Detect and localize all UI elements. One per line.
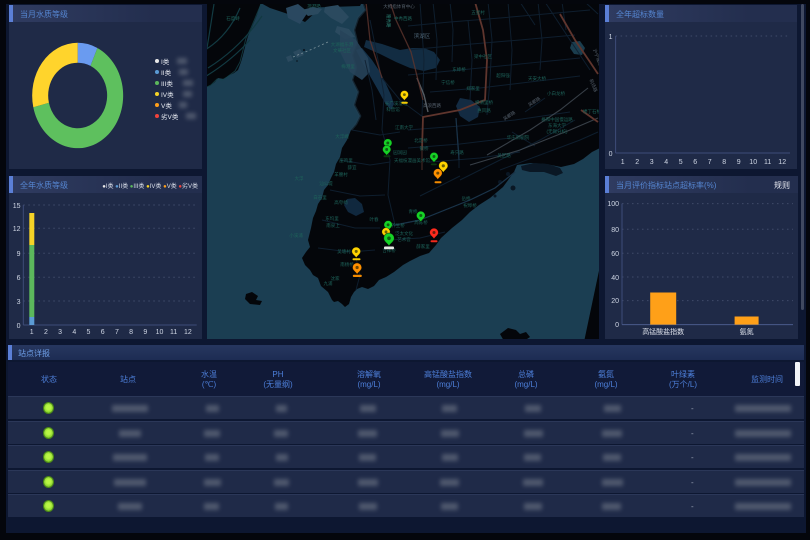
svg-text:石度峙: 石度峙 — [226, 15, 240, 22]
svg-text:小溪浦: 小溪浦 — [289, 232, 303, 239]
svg-text:11: 11 — [170, 329, 177, 336]
svg-text:北定桥: 北定桥 — [414, 137, 428, 144]
svg-text:吴塘村: 吴塘村 — [337, 248, 351, 255]
svg-text:东海大学: 东海大学 — [548, 122, 566, 129]
svg-text:梅港里: 梅港里 — [341, 63, 355, 70]
svg-text:郑家里: 郑家里 — [466, 85, 480, 92]
svg-text:华庄新剧院: 华庄新剧院 — [507, 134, 530, 141]
svg-text:泛太文化: 泛太文化 — [395, 230, 413, 237]
svg-text:园润园: 园润园 — [393, 149, 407, 156]
svg-text:高锰酸盐指数: 高锰酸盐指数 — [642, 327, 684, 336]
svg-text:8: 8 — [722, 159, 726, 166]
svg-text:梁中社区: 梁中社区 — [474, 53, 492, 60]
svg-text:滨湖区: 滨湖区 — [414, 32, 431, 40]
svg-text:艺术宫: 艺术宫 — [397, 236, 411, 243]
svg-text:大浮: 大浮 — [295, 175, 304, 182]
svg-text:薛家里: 薛家里 — [416, 243, 430, 250]
svg-text:3: 3 — [58, 329, 62, 336]
svg-text:6: 6 — [101, 329, 105, 336]
svg-text:0: 0 — [17, 323, 21, 330]
svg-text:大湖福乐港: 大湖福乐港 — [331, 41, 354, 48]
svg-text:20: 20 — [611, 298, 619, 305]
svg-text:南泉上: 南泉上 — [326, 222, 340, 228]
svg-text:6: 6 — [693, 159, 697, 166]
svg-text:12: 12 — [778, 159, 786, 166]
svg-text:宁信桥: 宁信桥 — [441, 79, 455, 86]
svg-text:10: 10 — [749, 159, 757, 166]
svg-text:东绛桥: 东绛桥 — [452, 66, 466, 73]
svg-text:岳桥: 岳桥 — [462, 195, 471, 202]
svg-text:11: 11 — [764, 159, 771, 166]
svg-text:隆秀路: 隆秀路 — [385, 14, 392, 28]
svg-text:崖鸡里: 崖鸡里 — [339, 157, 353, 164]
svg-text:祝埠桥: 祝埠桥 — [463, 202, 477, 209]
svg-text:0: 0 — [609, 151, 613, 158]
svg-text:科普馆: 科普馆 — [386, 106, 400, 113]
svg-text:惠风路: 惠风路 — [477, 107, 491, 114]
svg-text:5: 5 — [679, 159, 683, 166]
svg-text:10: 10 — [156, 329, 164, 336]
svg-text:1: 1 — [30, 329, 34, 336]
svg-text:9: 9 — [143, 329, 147, 336]
svg-text:东坞里: 东坞里 — [325, 215, 339, 222]
svg-text:大浮崦: 大浮崦 — [335, 133, 349, 140]
svg-text:2: 2 — [44, 329, 48, 336]
svg-text:江南大学: 江南大学 — [395, 124, 413, 131]
svg-text:高浪西路: 高浪西路 — [423, 102, 441, 109]
svg-text:南杨桥: 南杨桥 — [340, 261, 354, 268]
svg-text:天安大桥: 天安大桥 — [528, 75, 546, 82]
svg-text:薛宜: 薛宜 — [348, 164, 357, 171]
svg-text:8: 8 — [129, 329, 133, 336]
svg-text:高夸崎: 高夸崎 — [334, 199, 348, 206]
svg-text:9: 9 — [17, 251, 21, 258]
svg-text:9: 9 — [737, 159, 741, 166]
svg-text:中秀西路: 中秀西路 — [394, 15, 412, 22]
svg-text:100: 100 — [607, 201, 619, 208]
svg-text:3: 3 — [650, 159, 654, 166]
svg-text:寿只路: 寿只路 — [450, 149, 464, 156]
svg-text:汕公堤: 汕公堤 — [319, 180, 333, 187]
svg-text:九浦: 九浦 — [324, 280, 333, 287]
svg-text:80: 80 — [611, 227, 619, 234]
svg-text:氨氮: 氨氮 — [740, 327, 754, 336]
svg-text:五星村: 五星村 — [471, 9, 485, 15]
svg-text:0: 0 — [615, 322, 619, 329]
svg-text:养生桥: 养生桥 — [391, 222, 405, 229]
svg-text:楼丁石桥: 楼丁石桥 — [583, 108, 599, 115]
svg-text:小白龙桥: 小白龙桥 — [547, 90, 565, 97]
svg-text:12: 12 — [13, 226, 21, 233]
svg-text:吴区路: 吴区路 — [497, 152, 511, 159]
svg-text:超阳强: 超阳强 — [496, 72, 510, 79]
svg-text:1: 1 — [609, 34, 613, 41]
svg-text:叶春: 叶春 — [370, 216, 379, 223]
svg-text:文華社区: 文華社区 — [333, 47, 351, 54]
svg-text:白石里: 白石里 — [313, 194, 327, 201]
svg-text:60: 60 — [611, 251, 619, 258]
svg-text:银桥: 银桥 — [420, 145, 429, 152]
svg-text:12: 12 — [184, 329, 192, 336]
svg-text:(无锡分校): (无锡分校) — [547, 128, 568, 135]
svg-text:7: 7 — [708, 159, 712, 166]
svg-text:横清里桥: 横清里桥 — [475, 99, 493, 106]
svg-text:4: 4 — [664, 159, 668, 166]
svg-text:2: 2 — [635, 159, 639, 166]
svg-text:格和中国慢运路: 格和中国慢运路 — [541, 116, 573, 123]
svg-text:4: 4 — [72, 329, 76, 336]
svg-text:6: 6 — [17, 275, 21, 282]
svg-text:40: 40 — [611, 275, 619, 282]
svg-text:羊腰村: 羊腰村 — [334, 171, 348, 178]
svg-text:15: 15 — [13, 203, 21, 210]
svg-text:7: 7 — [115, 329, 119, 336]
svg-text:3: 3 — [17, 299, 21, 306]
svg-text:5: 5 — [87, 329, 91, 336]
svg-text:1: 1 — [621, 159, 625, 166]
svg-text:天福枝漫画美术馆: 天福枝漫画美术馆 — [394, 157, 430, 164]
